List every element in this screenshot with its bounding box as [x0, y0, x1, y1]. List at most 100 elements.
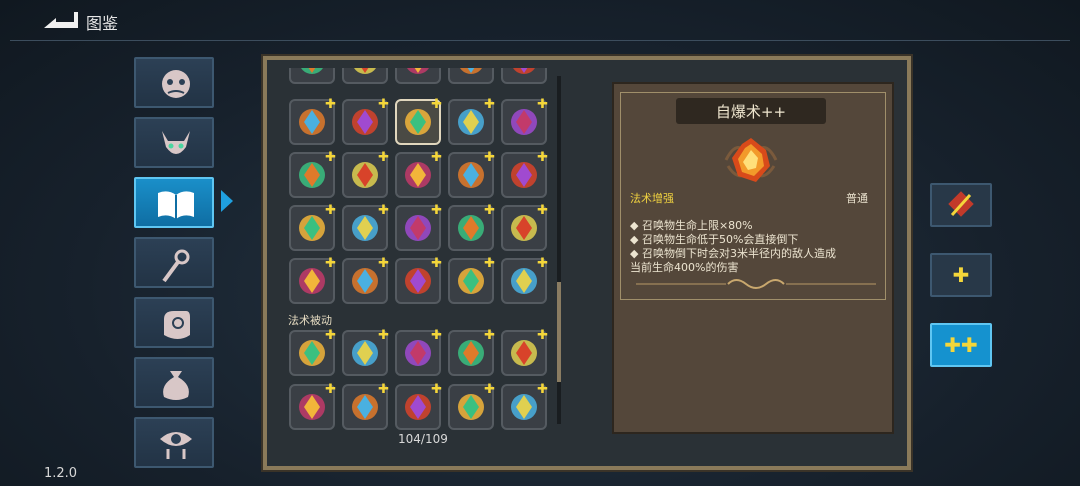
- codex-icon-cell[interactable]: ✚: [289, 256, 336, 304]
- codex-icon-cell[interactable]: ✚: [501, 257, 548, 304]
- codex-icon-cell[interactable]: ✚: [342, 97, 389, 145]
- codex-icon-cell[interactable]: ✚: [448, 203, 495, 251]
- upgrade-plus-icon: ✚: [431, 256, 442, 271]
- category-button-monster-face[interactable]: [134, 57, 214, 108]
- rarity-tag: 普通: [846, 192, 868, 205]
- partial-icon: [407, 68, 429, 74]
- codex-icon-cell[interactable]: ✚: [448, 151, 495, 198]
- description-line: ◆ 召唤物倒下时会对3米半径内的敌人造成: [630, 247, 836, 260]
- open-book-icon: [158, 191, 194, 219]
- upgrade-plus-icon: ✚: [378, 150, 389, 165]
- upgrade-plus-icon: ✚: [431, 382, 442, 397]
- page-title: 图鉴: [86, 14, 119, 33]
- codex-icon-cell[interactable]: ✚: [395, 256, 442, 304]
- upgrade-plus-icon: ✚: [484, 203, 495, 218]
- codex-icon-cell[interactable]: [448, 68, 494, 84]
- hand-swirl-icon: [164, 311, 190, 339]
- upgrade-plus-icon: ✚: [537, 150, 548, 165]
- partial-icon: [460, 68, 482, 74]
- icon-grid[interactable]: ✚ ✚ ✚ ✚ ✚ ✚ ✚ ✚ ✚ ✚ ✚ ✚ ✚ ✚ ✚ ✚ ✚ ✚ ✚ ✚ ✚ ✚ ✚ ✚ ✚ ✚ ✚ ✚ ✚ ✚: [283, 68, 553, 430]
- codex-icon-cell[interactable]: ✚: [448, 383, 495, 430]
- codex-icon-cell[interactable]: ✚: [501, 328, 548, 376]
- category-button-horned-demon[interactable]: [134, 117, 214, 168]
- upgrade-plus-icon: ✚: [431, 328, 442, 343]
- category-tag: 法术增强: [630, 192, 674, 205]
- category-button-dripping-eye[interactable]: [134, 417, 214, 468]
- staff-icon: [162, 249, 190, 283]
- upgrade-plus-icon: ✚: [537, 97, 548, 112]
- single-plus-icon: ✚: [952, 263, 970, 287]
- codex-icon-cell[interactable]: [501, 68, 547, 84]
- slash-icon: [948, 191, 974, 217]
- codex-icon-cell[interactable]: ✚: [289, 382, 336, 430]
- upgrade-plus-icon: ✚: [537, 328, 548, 343]
- upgrade-plus-icon: ✚: [378, 382, 389, 397]
- codex-icon-cell[interactable]: ✚: [395, 150, 442, 198]
- codex-icon-cell[interactable]: ✚: [448, 328, 495, 376]
- upgrade-plus-icon: ✚: [325, 150, 336, 165]
- upgrade-plus-icon: ✚: [431, 203, 442, 218]
- category-button-sack[interactable]: [134, 357, 214, 408]
- description-line: ◆ 召唤物生命低于50%会直接倒下: [630, 233, 799, 246]
- codex-icon-cell[interactable]: [289, 68, 335, 84]
- version-label: 1.2.0: [44, 466, 78, 481]
- codex-icon-cell[interactable]: [395, 68, 441, 84]
- dripping-eye-icon: [160, 432, 192, 459]
- category-button-staff[interactable]: [134, 237, 214, 288]
- partial-icon: [354, 68, 376, 74]
- active-category-pointer: [221, 190, 233, 212]
- filter-button-slash[interactable]: [930, 183, 992, 227]
- codex-icon-cell[interactable]: ✚: [448, 97, 495, 145]
- codex-icon-cell[interactable]: ✚: [289, 328, 336, 376]
- codex-icon-cell[interactable]: ✚: [501, 382, 548, 430]
- upgrade-plus-icon: ✚: [325, 328, 336, 343]
- upgrade-plus-icon: ✚: [484, 256, 495, 271]
- detail-description: ◆ 召唤物生命上限×80% ◆ 召唤物生命低于50%会直接倒下 ◆ 召唤物倒下时…: [630, 219, 880, 275]
- codex-icon-cell[interactable]: ✚: [289, 150, 336, 198]
- back-arrow-icon[interactable]: [40, 8, 80, 32]
- codex-icon-cell[interactable]: ✚: [395, 97, 442, 145]
- codex-icon-cell[interactable]: ✚: [395, 203, 442, 251]
- codex-icon-cell[interactable]: ✚: [289, 204, 336, 251]
- upgrade-plus-icon: ✚: [537, 382, 548, 397]
- header-divider: [10, 40, 1070, 41]
- codex-icon-cell[interactable]: ✚: [395, 382, 442, 430]
- codex-icon-cell[interactable]: ✚: [342, 256, 389, 304]
- upgrade-plus-icon: ✚: [537, 203, 548, 218]
- codex-icon-cell[interactable]: ✚: [501, 203, 548, 251]
- filter-button-double-plus[interactable]: ✚✚: [930, 323, 992, 367]
- upgrade-plus-icon: ✚: [378, 328, 389, 343]
- description-line: ◆ 召唤物生命上限×80%: [630, 219, 753, 232]
- partial-icon: [513, 68, 535, 74]
- top-bar: 图鉴: [0, 0, 1080, 40]
- upgrade-plus-icon: ✚: [484, 97, 495, 112]
- description-line: 当前生命400%的伤害: [630, 261, 739, 274]
- upgrade-plus-icon: ✚: [325, 256, 336, 271]
- upgrade-plus-icon: ✚: [325, 382, 336, 397]
- upgrade-plus-icon: ✚: [484, 328, 495, 343]
- codex-icon-cell[interactable]: ✚: [395, 328, 442, 376]
- codex-icon-cell[interactable]: ✚: [342, 382, 389, 430]
- codex-icon-cell[interactable]: ✚: [342, 204, 389, 251]
- sack-icon: [163, 371, 189, 400]
- category-button-hand-swirl[interactable]: [134, 297, 214, 348]
- upgrade-plus-icon: ✚: [378, 256, 389, 271]
- codex-icon-cell[interactable]: ✚: [501, 150, 548, 198]
- category-button-open-book[interactable]: [134, 177, 214, 228]
- explosion-icon: [716, 132, 786, 192]
- horned-demon-icon: [162, 131, 190, 154]
- codex-icon-cell[interactable]: ✚: [448, 256, 495, 304]
- codex-icon-cell[interactable]: ✚: [501, 97, 548, 145]
- codex-icon-cell[interactable]: ✚: [342, 150, 389, 198]
- filter-button-plus[interactable]: ✚: [930, 253, 992, 297]
- partial-icon: [301, 68, 323, 74]
- upgrade-plus-icon: ✚: [431, 150, 442, 165]
- codex-icon-cell[interactable]: ✚: [289, 97, 336, 145]
- upgrade-plus-icon: ✚: [431, 97, 442, 112]
- upgrade-plus-icon: ✚: [325, 97, 336, 112]
- codex-icon-cell[interactable]: ✚: [342, 328, 389, 376]
- codex-icon-cell[interactable]: [342, 68, 388, 84]
- upgrade-plus-icon: ✚: [378, 97, 389, 112]
- double-plus-icon: ✚✚: [944, 333, 978, 357]
- scrollbar-thumb[interactable]: [557, 282, 561, 382]
